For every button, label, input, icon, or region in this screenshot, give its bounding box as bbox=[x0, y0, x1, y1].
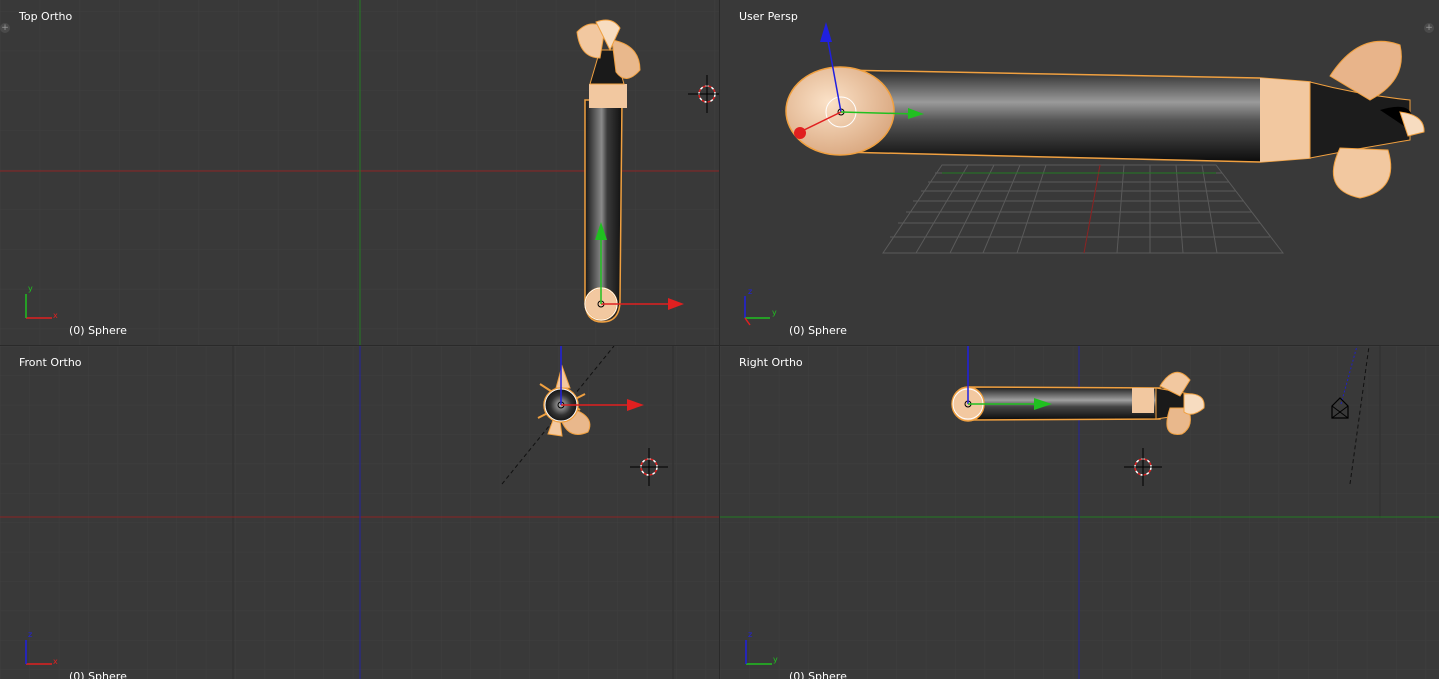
gizmo-label-x: x bbox=[53, 311, 58, 320]
plus-corner-icon[interactable]: + bbox=[0, 23, 10, 33]
viewport-persp-scene[interactable] bbox=[720, 0, 1439, 345]
gizmo-label-y: y bbox=[28, 284, 33, 293]
torpedo-model[interactable] bbox=[785, 40, 1425, 199]
active-object-label: (0) Sphere bbox=[789, 324, 847, 337]
viewport-top-ortho[interactable]: y x Top Ortho (0) Sphere + bbox=[0, 0, 719, 345]
blender-3d-view-quad: y x Top Ortho (0) Sphere + z y User Pers… bbox=[0, 0, 1439, 679]
viewport-right-ortho[interactable]: z y Right Ortho (0) Sphere bbox=[720, 346, 1439, 679]
gizmo-label-y: y bbox=[772, 308, 777, 317]
viewport-title: Front Ortho bbox=[19, 356, 82, 369]
active-object-label: (0) Sphere bbox=[789, 670, 847, 679]
viewport-title: Top Ortho bbox=[19, 10, 73, 23]
plus-corner-icon[interactable]: + bbox=[1424, 23, 1434, 33]
viewport-right-scene[interactable] bbox=[720, 346, 1439, 679]
viewport-front-ortho[interactable]: z x Front Ortho (0) Sphere bbox=[0, 346, 719, 679]
gizmo-label-z: z bbox=[28, 630, 33, 639]
gizmo-label-y: y bbox=[773, 655, 778, 664]
viewport-user-persp[interactable]: z y User Persp (0) Sphere + bbox=[720, 0, 1439, 345]
viewport-title: Right Ortho bbox=[739, 356, 803, 369]
active-object-label: (0) Sphere bbox=[69, 324, 127, 337]
gizmo-label-x: x bbox=[53, 657, 58, 666]
viewport-splitter-horizontal[interactable] bbox=[0, 345, 1439, 346]
viewport-top-scene[interactable] bbox=[0, 0, 719, 345]
viewport-title: User Persp bbox=[739, 10, 798, 23]
gizmo-label-z: z bbox=[748, 630, 753, 639]
viewport-front-scene[interactable] bbox=[0, 346, 719, 679]
perspective-floor-grid bbox=[882, 164, 1285, 254]
axis-gizmo-icon bbox=[744, 296, 770, 326]
gizmo-label-z: z bbox=[748, 287, 753, 296]
active-object-label: (0) Sphere bbox=[69, 670, 127, 679]
viewport-splitter-vertical[interactable] bbox=[719, 0, 720, 679]
